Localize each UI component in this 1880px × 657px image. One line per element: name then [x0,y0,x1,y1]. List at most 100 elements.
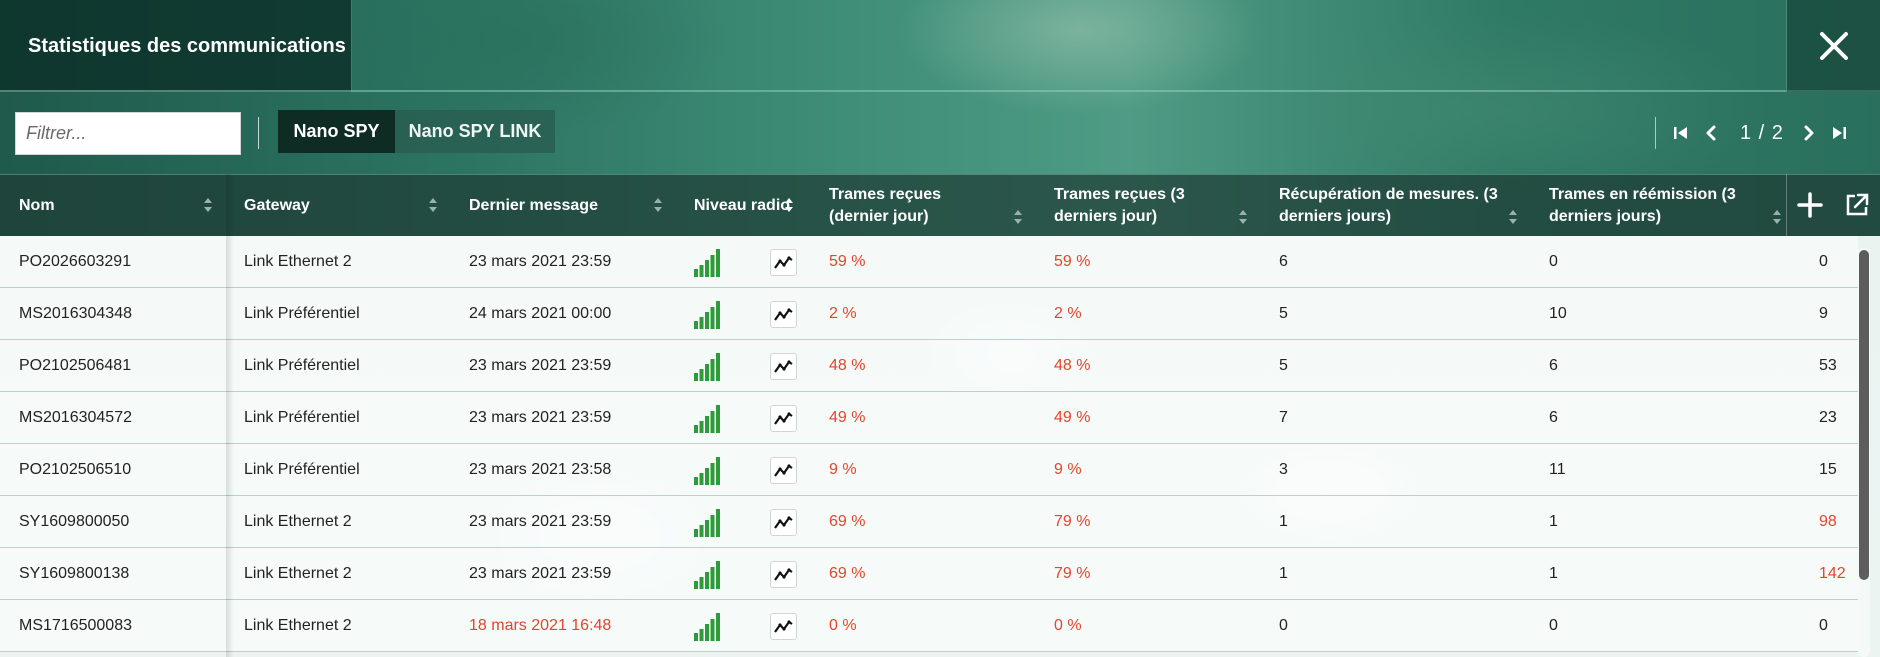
graph-button[interactable] [770,612,797,640]
signal-bar [716,613,720,641]
cell-niveau-radio [694,340,722,392]
column-header-trames-3j[interactable]: Trames reçues (3 derniers jour) [1035,175,1260,237]
signal-bar [710,411,715,433]
graph-button[interactable] [770,560,797,588]
signal-bars-icon [694,353,720,381]
tab-nano-spy[interactable]: Nano SPY [278,110,395,153]
graph-button[interactable] [770,352,797,380]
tab-nano-spy-link[interactable]: Nano SPY LINK [395,110,555,153]
table-row[interactable]: PO2102506481 Link Préférentiel 23 mars 2… [0,340,1858,392]
line-chart-icon [774,255,793,269]
column-header-dernier-message[interactable]: Dernier message [450,175,675,237]
cell-gateway: Link Préférentiel [244,409,360,426]
cell-gateway: Link Ethernet 2 [244,617,352,634]
signal-bars-icon [694,457,720,485]
table-row[interactable]: PO2026603291 Link Ethernet 2 23 mars 202… [0,236,1858,288]
cell-reemission: 1 [1549,513,1558,530]
table-header: Nom Gateway Dernier message Niveau radio… [0,174,1880,236]
cell-graph [770,548,797,600]
column-header-reemission[interactable]: Trames en réémission (3 derniers jours) [1530,175,1786,237]
column-header-trames-jour[interactable]: Trames reçues (dernier jour) [810,175,1035,237]
line-chart-icon [774,463,793,477]
cell-trames-jour: 69 % [829,565,866,582]
header-divider [0,90,1880,92]
column-header-recuperation[interactable]: Récupération de mesures. (3 derniers jou… [1260,175,1530,237]
signal-bars-icon [694,509,720,537]
column-label: Niveau radio [694,197,791,214]
signal-bar [705,260,709,277]
filter-input[interactable] [15,112,241,155]
vertical-scrollbar[interactable] [1858,248,1870,657]
cell-nom: PO2102506510 [19,461,132,478]
sort-icon [1508,209,1518,225]
graph-button[interactable] [770,248,797,276]
table-row[interactable]: SY1609800138 Link Ethernet 2 23 mars 202… [0,548,1858,600]
cell-graph [770,236,797,288]
first-page-button[interactable] [1670,122,1692,144]
signal-bar [699,577,704,589]
signal-bar [716,353,720,381]
signal-bar [716,509,720,537]
external-link-icon[interactable] [1843,191,1871,219]
cell-recuperation: 1 [1279,565,1288,582]
signal-bar [705,572,709,589]
graph-button[interactable] [770,508,797,536]
signal-bar [705,312,709,329]
table-row[interactable]: PO2102506510 Link Préférentiel 23 mars 2… [0,444,1858,496]
table-row[interactable]: MS2016304348 Link Préférentiel 24 mars 2… [0,288,1858,340]
graph-button[interactable] [770,404,797,432]
cell-trames-3j: 2 % [1054,305,1082,322]
column-header-niveau-radio[interactable]: Niveau radio [675,175,810,237]
line-chart-icon [774,619,793,633]
cell-gateway: Link Préférentiel [244,305,360,322]
column-label: Trames en réémission (3 derniers jours) [1549,186,1736,225]
cell-trames-3j: 59 % [1054,253,1091,270]
cell-gateway: Link Ethernet 2 [244,253,352,270]
cell-reemission: 6 [1549,357,1558,374]
column-header-gateway[interactable]: Gateway [225,175,450,237]
signal-bar [705,520,709,537]
cell-graph [770,600,797,652]
column-header-nom[interactable]: Nom [0,175,225,237]
next-page-icon [1804,125,1814,141]
last-page-button[interactable] [1828,122,1850,144]
cell-recuperation: 7 [1279,409,1288,426]
prev-page-button[interactable] [1700,122,1722,144]
signal-bar [710,307,715,329]
column-label: Nom [19,197,55,214]
signal-bar [710,359,715,381]
cell-nom: SY1609800050 [19,513,130,530]
signal-bar [710,463,715,485]
table-row[interactable]: MS1716500083 Link Ethernet 2 18 mars 202… [0,600,1858,652]
cell-gateway: Link Préférentiel [244,461,360,478]
table-row[interactable]: MS2016304572 Link Préférentiel 23 mars 2… [0,392,1858,444]
cell-trames-jour: 49 % [829,409,866,426]
signal-bar [694,269,698,277]
cell-dernier-message: 23 mars 2021 23:58 [469,461,612,478]
scrollbar-thumb[interactable] [1859,250,1869,580]
cell-graph [770,288,797,340]
last-page-icon [1832,127,1846,139]
signal-bars-icon [694,405,720,433]
plus-icon[interactable] [1796,191,1824,219]
cell-trames-3j: 9 % [1054,461,1082,478]
signal-bars-icon [694,249,720,277]
next-page-button[interactable] [1798,122,1820,144]
close-button[interactable] [1786,0,1880,92]
signal-bars-icon [694,613,720,641]
graph-button[interactable] [770,456,797,484]
cell-reemission: 1 [1549,565,1558,582]
signal-bar [699,421,704,433]
cell-reemission: 11 [1549,461,1566,478]
cell-last-value: 15 [1819,461,1837,478]
graph-button[interactable] [770,300,797,328]
signal-bar [699,265,704,277]
signal-bar [694,425,698,433]
cell-gateway: Link Ethernet 2 [244,565,352,582]
pagination: 1 / 2 [1655,113,1858,153]
cell-niveau-radio [694,288,722,340]
cell-niveau-radio [694,392,722,444]
cell-nom: PO2026603291 [19,253,132,270]
table-row[interactable]: SY1609800050 Link Ethernet 2 23 mars 202… [0,496,1858,548]
cell-recuperation: 0 [1279,617,1288,634]
